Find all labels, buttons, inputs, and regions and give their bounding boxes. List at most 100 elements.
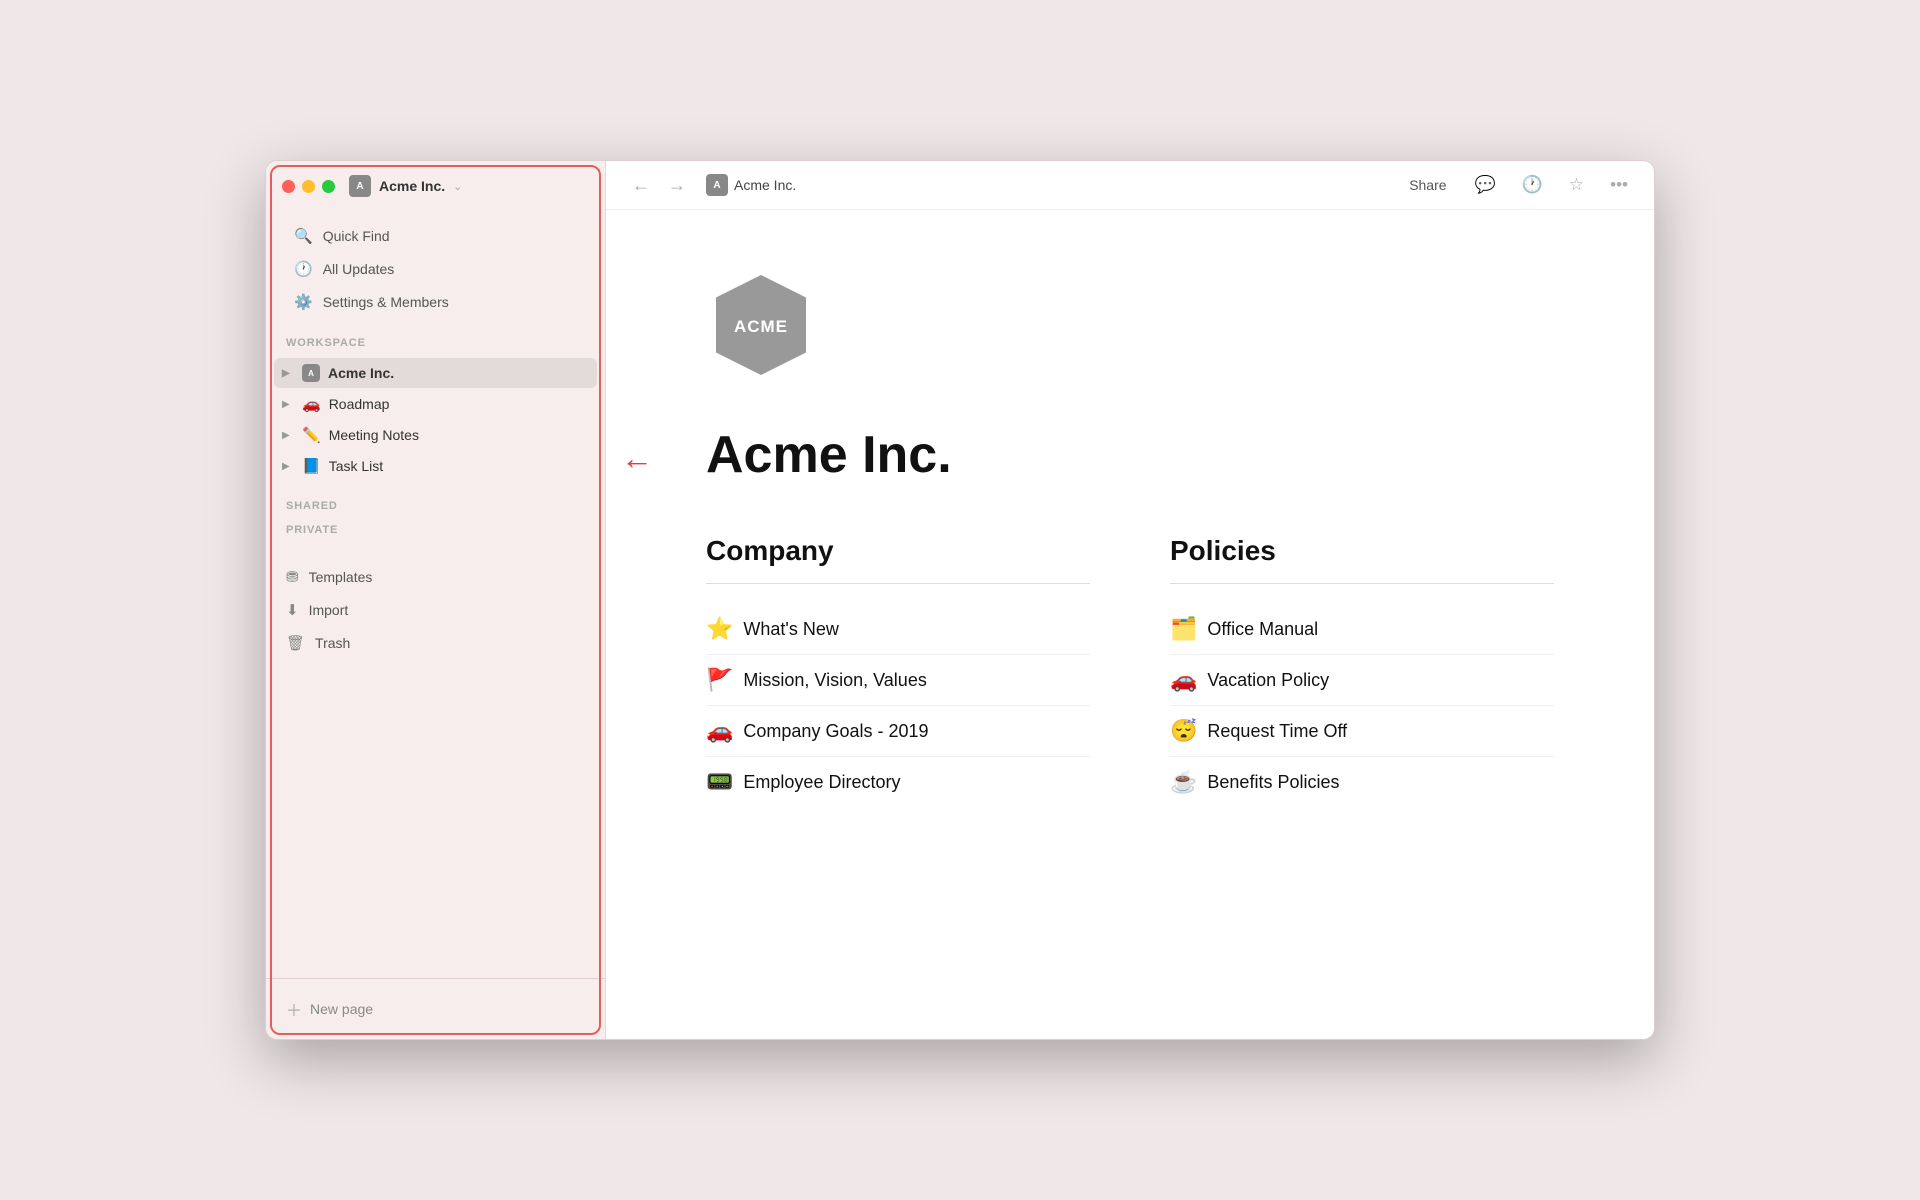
templates-label: Templates xyxy=(309,569,373,585)
main-content: ← → A Acme Inc. Share 💬 🕐 ☆ ••• ACME xyxy=(606,161,1654,1039)
company-column: Company ⭐ What's New 🚩 Mission, Vision, … xyxy=(706,535,1090,807)
sidebar-item-acme-inc[interactable]: ▶ A Acme Inc. xyxy=(274,358,597,388)
link-benefits-policies[interactable]: ☕ Benefits Policies xyxy=(1170,757,1554,807)
policies-column: Policies 🗂️ Office Manual 🚗 Vacation Pol… xyxy=(1170,535,1554,807)
link-office-manual[interactable]: 🗂️ Office Manual xyxy=(1170,604,1554,655)
link-employee-directory[interactable]: 📟 Employee Directory xyxy=(706,757,1090,807)
chevron-right-icon: ▶ xyxy=(282,461,294,472)
topbar-right: Share 💬 🕐 ☆ ••• xyxy=(1401,171,1634,199)
trash-label: Trash xyxy=(315,635,350,651)
sleepy-icon: 😴 xyxy=(1170,718,1197,744)
employee-directory-label: Employee Directory xyxy=(743,772,900,793)
link-whats-new[interactable]: ⭐ What's New xyxy=(706,604,1090,655)
acme-inc-label: Acme Inc. xyxy=(328,365,394,381)
sidebar-nav: 🔍 Quick Find 🕐 All Updates ⚙️ Settings &… xyxy=(266,211,605,323)
bottom-items: ⛃ Templates ⬇ Import 🗑 Trash xyxy=(266,552,605,668)
workspace-icon: A xyxy=(349,175,371,197)
cardfile-icon: 🗂️ xyxy=(1170,616,1197,642)
link-vacation-policy[interactable]: 🚗 Vacation Policy xyxy=(1170,655,1554,706)
plus-icon: ＋ xyxy=(286,997,302,1021)
private-section-label: PRIVATE xyxy=(286,524,585,536)
link-request-time-off[interactable]: 😴 Request Time Off xyxy=(1170,706,1554,757)
gear-icon: ⚙️ xyxy=(294,293,313,311)
sidebar-item-roadmap[interactable]: ▶ 🚗 Roadmap xyxy=(274,389,597,419)
car2-icon: 🚗 xyxy=(1170,667,1197,693)
chevron-down-icon: ⌄ xyxy=(453,180,462,193)
sidebar-item-templates[interactable]: ⛃ Templates xyxy=(274,561,597,593)
private-section: PRIVATE xyxy=(266,520,605,544)
close-button[interactable] xyxy=(282,180,295,193)
car-icon: 🚗 xyxy=(706,718,733,744)
sidebar-top-bar: A Acme Inc. ⌄ xyxy=(266,161,605,211)
sidebar-footer: ＋ New page xyxy=(266,978,605,1039)
chevron-right-icon: ▶ xyxy=(282,399,294,410)
new-page-button[interactable]: ＋ New page xyxy=(282,991,589,1027)
benefits-policies-label: Benefits Policies xyxy=(1207,772,1339,793)
page-logo: ACME xyxy=(706,270,1554,385)
task-list-label: Task List xyxy=(329,458,383,474)
breadcrumb-label: Acme Inc. xyxy=(734,177,796,193)
back-button[interactable]: ← xyxy=(626,173,656,198)
chevron-right-icon: ▶ xyxy=(282,430,294,441)
link-mission[interactable]: 🚩 Mission, Vision, Values xyxy=(706,655,1090,706)
roadmap-label: Roadmap xyxy=(329,396,390,412)
sidebar-item-meeting-notes[interactable]: ▶ ✏️ Meeting Notes xyxy=(274,420,597,450)
settings-label: Settings & Members xyxy=(323,294,449,310)
breadcrumb-icon: A xyxy=(706,174,728,196)
vacation-policy-label: Vacation Policy xyxy=(1207,670,1329,691)
two-col-layout: Company ⭐ What's New 🚩 Mission, Vision, … xyxy=(706,535,1554,807)
book-icon: 📘 xyxy=(302,457,321,475)
minimize-button[interactable] xyxy=(302,180,315,193)
workspace-items: ▶ A Acme Inc. ▶ 🚗 Roadmap ▶ ✏️ Meeting N… xyxy=(266,357,605,482)
topbar: ← → A Acme Inc. Share 💬 🕐 ☆ ••• xyxy=(606,161,1654,210)
meeting-notes-label: Meeting Notes xyxy=(329,427,419,443)
all-updates-label: All Updates xyxy=(323,261,395,277)
workspace-section: WORKSPACE xyxy=(266,323,605,357)
breadcrumb: A Acme Inc. xyxy=(706,174,796,196)
pencil-icon: ✏️ xyxy=(302,426,321,444)
car-icon: 🚗 xyxy=(302,395,321,413)
comment-button[interactable]: 💬 xyxy=(1469,171,1502,199)
shared-section: SHARED xyxy=(266,486,605,520)
pager-icon: 📟 xyxy=(706,769,733,795)
account-switcher[interactable]: A Acme Inc. ⌄ xyxy=(349,175,462,197)
company-heading: Company xyxy=(706,535,1090,584)
acme-logo-svg: ACME xyxy=(706,270,816,380)
star-icon: ⭐ xyxy=(706,616,733,642)
templates-icon: ⛃ xyxy=(286,568,299,586)
traffic-lights xyxy=(282,180,335,193)
company-goals-label: Company Goals - 2019 xyxy=(743,721,928,742)
favorite-button[interactable]: ☆ xyxy=(1563,171,1590,199)
request-time-off-label: Request Time Off xyxy=(1207,721,1347,742)
flag-icon: 🚩 xyxy=(706,667,733,693)
import-icon: ⬇ xyxy=(286,601,299,619)
sidebar-item-settings[interactable]: ⚙️ Settings & Members xyxy=(274,286,597,318)
sidebar-item-quick-find[interactable]: 🔍 Quick Find xyxy=(274,220,597,252)
maximize-button[interactable] xyxy=(322,180,335,193)
policies-heading: Policies xyxy=(1170,535,1554,584)
history-button[interactable]: 🕐 xyxy=(1516,171,1549,199)
app-window: A Acme Inc. ⌄ 🔍 Quick Find 🕐 All Updates… xyxy=(265,160,1655,1040)
sidebar-item-import[interactable]: ⬇ Import xyxy=(274,594,597,626)
sidebar-item-trash[interactable]: 🗑 Trash xyxy=(274,627,597,659)
page-title: Acme Inc. xyxy=(706,425,1554,485)
shared-section-label: SHARED xyxy=(286,500,585,512)
trash-icon: 🗑 xyxy=(286,634,305,652)
svg-text:ACME: ACME xyxy=(734,317,788,336)
office-manual-label: Office Manual xyxy=(1207,619,1318,640)
chevron-right-icon: ▶ xyxy=(282,368,294,379)
acme-icon: A xyxy=(302,364,320,382)
forward-button[interactable]: → xyxy=(662,173,692,198)
nav-buttons: ← → xyxy=(626,173,692,198)
more-button[interactable]: ••• xyxy=(1604,171,1634,199)
page-body: ACME Acme Inc. Company ⭐ What's New 🚩 Mi… xyxy=(606,210,1654,1039)
share-button[interactable]: Share xyxy=(1401,173,1454,197)
sidebar-item-task-list[interactable]: ▶ 📘 Task List xyxy=(274,451,597,481)
clock-icon: 🕐 xyxy=(294,260,313,278)
account-label: Acme Inc. xyxy=(379,178,445,194)
link-company-goals[interactable]: 🚗 Company Goals - 2019 xyxy=(706,706,1090,757)
new-page-label: New page xyxy=(310,1001,373,1017)
coffee-icon: ☕ xyxy=(1170,769,1197,795)
search-icon: 🔍 xyxy=(294,227,313,245)
sidebar-item-all-updates[interactable]: 🕐 All Updates xyxy=(274,253,597,285)
